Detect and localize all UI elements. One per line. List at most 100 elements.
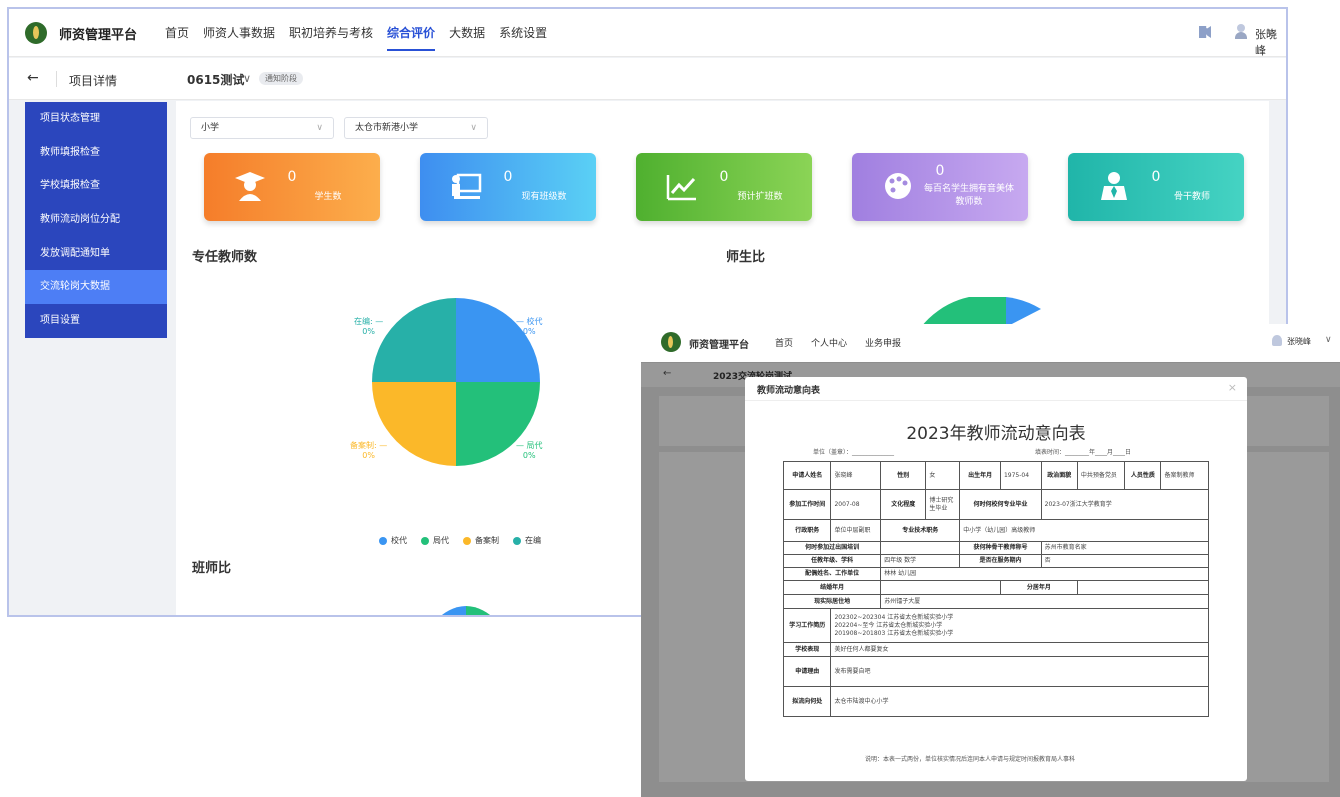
sidebar-item-teacher-check[interactable]: 教师填报检查 — [25, 136, 167, 170]
modal-header: 教师流动意向表 × — [745, 377, 1247, 401]
nav-evaluation[interactable]: 综合评价 — [387, 24, 436, 51]
chevron-down-icon[interactable]: ∨ — [1325, 335, 1332, 345]
form-value — [880, 580, 1001, 595]
sidebar-item-notice[interactable]: 发放调配通知单 — [25, 237, 167, 271]
nav-training[interactable]: 职初培养与考核 — [289, 24, 373, 41]
form-value: 苏州市教育名家 — [1040, 541, 1210, 555]
chart-legend: 校代 局代 备案制 在编 — [379, 535, 541, 546]
form-value: 四年级 数学 — [880, 554, 961, 568]
stat-card-arts-teachers: 0 每百名学生拥有音美体教师数 — [852, 153, 1028, 221]
pie-label-name: 校代 — [526, 317, 543, 326]
form-note: 说明：本表一式两份，单位核实情况后连同本人申请与规定时间报教育局人事科 — [865, 756, 1076, 763]
form-value: 美好任何人都要复女 — [830, 642, 1209, 657]
form-value: 张晓峰 — [830, 461, 882, 490]
form-value: 备案制教师 — [1160, 461, 1209, 490]
year-label: 年 — [1089, 449, 1096, 456]
sidebar-item-rotation-bigdata[interactable]: 交流轮岗大数据 — [25, 270, 167, 305]
form-label: 分居年月 — [999, 580, 1078, 595]
sidebar-item-project-status[interactable]: 项目状态管理 — [25, 102, 167, 136]
form-label: 参加工作时间 — [782, 489, 832, 520]
section-title-full-time: 专任教师数 — [192, 250, 258, 265]
app-logo-icon — [25, 22, 47, 44]
form-label: 结婚年月 — [782, 580, 882, 595]
overlay-nav-home[interactable]: 首页 — [775, 336, 793, 349]
school-select[interactable]: 太仓市新港小学 ∨ — [344, 117, 488, 139]
pie-slice-3[interactable] — [372, 298, 456, 382]
pie-label-beian: 备案制: —0% — [350, 441, 388, 460]
app-logo-icon — [661, 332, 681, 352]
stat-label: 每百名学生拥有音美体教师数 — [923, 184, 1014, 207]
overlay-window: 师资管理平台 首页 个人中心 业务申报 张晓峰 ∨ ← 2023交流轮岗测试 教… — [641, 324, 1340, 797]
form-label: 何时参加过出国培训 — [782, 541, 882, 555]
divider — [56, 71, 57, 87]
overlay-user-name[interactable]: 张晓峰 — [1287, 336, 1311, 347]
stat-value: 0 — [287, 169, 297, 185]
app-brand: 师资管理平台 — [59, 28, 138, 43]
sidebar: 项目状态管理 教师填报检查 学校填报检查 教师流动岗位分配 发放调配通知单 交流… — [25, 102, 167, 338]
form-label: 获何种骨干教师称号 — [959, 541, 1042, 555]
stat-value: 0 — [1151, 169, 1161, 185]
legend-item[interactable]: 备案制 — [463, 535, 499, 546]
notification-flag-icon[interactable] — [1199, 26, 1211, 38]
pie-slice-0[interactable] — [456, 298, 540, 382]
close-icon[interactable]: × — [1228, 381, 1237, 394]
form-value — [880, 541, 961, 555]
form-label: 配偶姓名、工作单位 — [782, 567, 882, 581]
legend-item[interactable]: 在编 — [513, 535, 541, 546]
level-select[interactable]: 小学 ∨ — [190, 117, 334, 139]
form-label: 行政职务 — [782, 519, 832, 542]
overlay-nav-personal[interactable]: 个人中心 — [811, 336, 847, 349]
form-value: 发布需要自吧 — [830, 656, 1209, 687]
form-label: 申请人姓名 — [782, 461, 832, 490]
nav-hr-data[interactable]: 师资人事数据 — [203, 24, 275, 41]
sub-header: ← 项目详情 0615测试 ∨ 通知阶段 — [9, 58, 1286, 100]
form-label: 专业技术职务 — [880, 519, 961, 542]
form-label: 政治面貌 — [1040, 461, 1078, 490]
pie-label-value: 0% — [522, 327, 536, 336]
form-value: 林林 幼儿园 — [880, 567, 1209, 581]
resume-line: 202204~至今 江苏省太仓新城实验小学 — [834, 621, 943, 629]
legend-label: 校代 — [391, 536, 407, 545]
form-value: 中共预备党员 — [1076, 461, 1126, 490]
back-arrow-icon[interactable]: ← — [27, 70, 39, 86]
month-label: 月 — [1107, 449, 1114, 456]
pie-label-name: 局代 — [526, 441, 543, 450]
sidebar-item-post-allocation[interactable]: 教师流动岗位分配 — [25, 203, 167, 237]
nav-settings[interactable]: 系统设置 — [499, 24, 547, 41]
legend-item[interactable]: 校代 — [379, 535, 407, 546]
stat-card-classes: 0 现有班级数 — [420, 153, 596, 221]
back-arrow-icon[interactable]: ← — [663, 368, 671, 379]
form-label: 拟流向何处 — [782, 686, 832, 717]
stage-badge: 通知阶段 — [259, 72, 303, 85]
sidebar-item-project-settings[interactable]: 项目设置 — [25, 304, 167, 338]
overlay-navbar: 师资管理平台 首页 个人中心 业务申报 张晓峰 ∨ — [641, 324, 1340, 362]
nav-bigdata[interactable]: 大数据 — [449, 24, 485, 41]
project-chevron-down-icon[interactable]: ∨ — [243, 72, 251, 85]
stat-value: 0 — [935, 163, 945, 179]
form-value: 单位中层副职 — [830, 519, 882, 542]
user-avatar-icon[interactable] — [1272, 335, 1282, 346]
pie-label-value: 0% — [522, 451, 536, 460]
pie-label-name: 在编 — [354, 317, 370, 326]
form-label: 任教年级、学科 — [782, 554, 882, 568]
form-value-resume: 202302~202304 江苏省太仓新城实验小学 202204~至今 江苏省太… — [830, 608, 1209, 643]
form-value: 太仓市陆渡中心小学 — [830, 686, 1209, 717]
pie-label-value: 0% — [362, 327, 375, 336]
pie-label-zaibian: 在编: —0% — [354, 317, 384, 336]
project-selector[interactable]: 0615测试 — [187, 71, 244, 88]
chevron-down-icon: ∨ — [316, 123, 323, 133]
legend-swatch — [421, 536, 429, 545]
stat-card-students: 0 学生数 — [204, 153, 380, 221]
nav-home[interactable]: 首页 — [165, 24, 189, 41]
form-value — [1076, 580, 1210, 595]
stat-card-expansion: 0 预计扩班数 — [636, 153, 812, 221]
stat-label: 现有班级数 — [521, 192, 567, 202]
form-label: 申请理由 — [782, 656, 832, 687]
form-value: 1975-04 — [999, 461, 1042, 490]
user-avatar-icon[interactable] — [1234, 24, 1248, 39]
overlay-nav-apply[interactable]: 业务申报 — [865, 336, 901, 349]
legend-item[interactable]: 局代 — [421, 535, 449, 546]
chevron-down-icon[interactable]: ∨ — [1266, 25, 1274, 38]
stat-card-backbone: 0 骨干教师 — [1068, 153, 1244, 221]
sidebar-item-school-check[interactable]: 学校填报检查 — [25, 169, 167, 203]
